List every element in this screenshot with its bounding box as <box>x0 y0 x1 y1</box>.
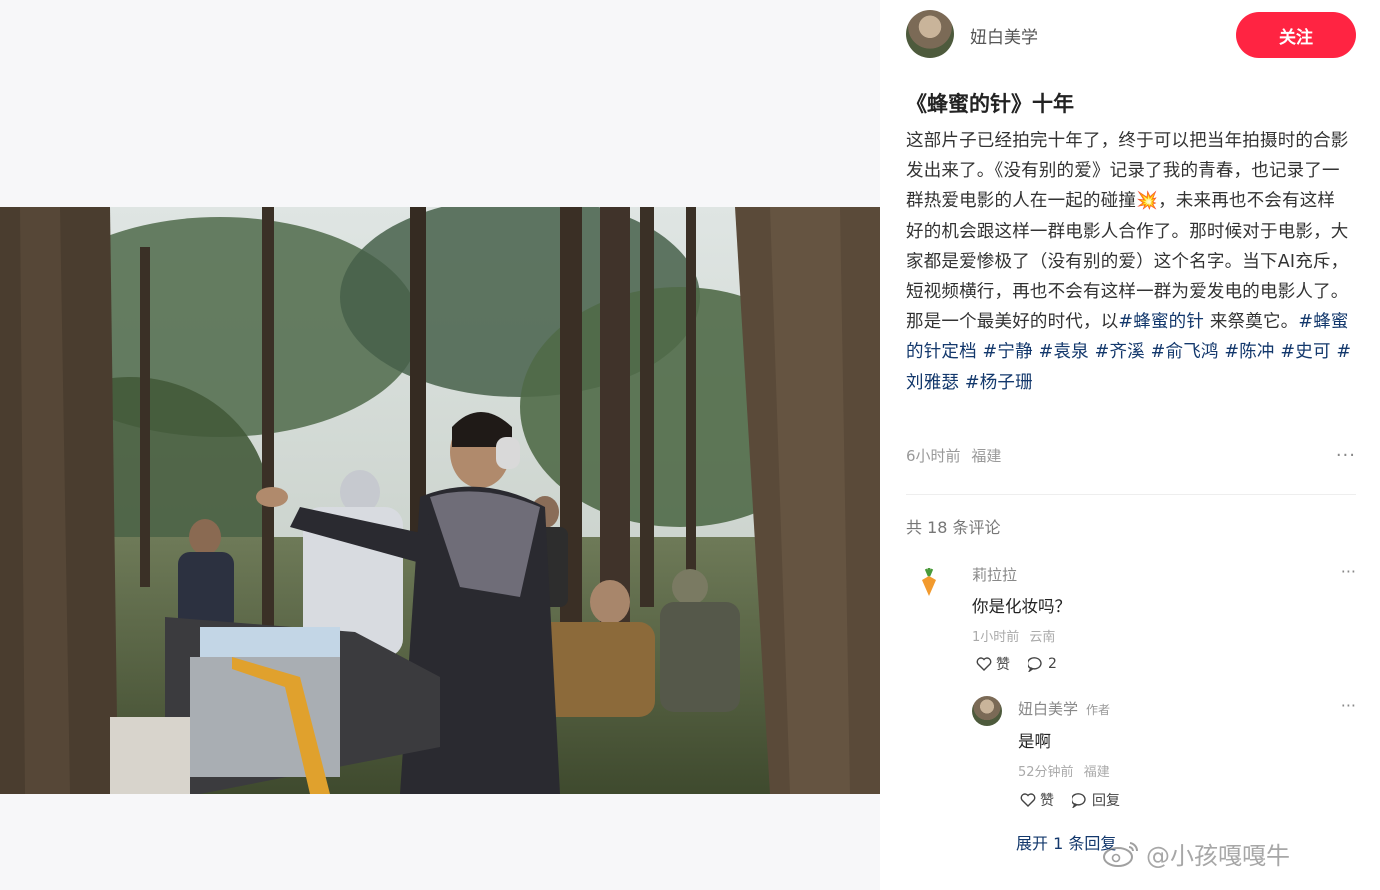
follow-button[interactable]: 关注 <box>1236 12 1356 58</box>
post-photo[interactable] <box>0 207 880 794</box>
heart-icon <box>976 657 992 671</box>
author-avatar[interactable] <box>906 10 954 58</box>
comment-more-icon[interactable]: ··· <box>1341 562 1356 581</box>
reply-avatar[interactable] <box>972 696 1002 726</box>
divider <box>906 494 1356 495</box>
reply-reply-label: 回复 <box>1092 793 1120 809</box>
media-pane <box>0 0 880 890</box>
reply-button[interactable]: 2 <box>1028 656 1057 672</box>
reply-more-icon[interactable]: ··· <box>1341 696 1356 715</box>
more-options-icon[interactable]: ··· <box>1336 445 1356 466</box>
reply-count: 2 <box>1048 656 1057 672</box>
reply-text: 是啊 <box>1018 732 1051 751</box>
weibo-logo <box>1103 841 1139 867</box>
reply-author-name-text: 妞白美学 <box>1018 700 1079 718</box>
watermark: @小孩嘎嘎牛 <box>1102 836 1290 871</box>
author-name[interactable]: 妞白美学 <box>970 23 1038 48</box>
post-location: 福建 <box>971 447 1002 465</box>
like-label: 赞 <box>996 657 1010 673</box>
speech-bubble-icon <box>1028 656 1042 672</box>
post-body: 这部片子已经拍完十年了，终于可以把当年拍摄时的合影发出来了。《没有别的爱》记录了… <box>906 126 1352 398</box>
watermark-text: @小孩嘎嘎牛 <box>1146 842 1290 870</box>
post-body-text-3: 来祭奠它。 <box>1204 312 1299 333</box>
collision-emoji-icon: 💥 <box>1136 191 1159 212</box>
reply-location: 福建 <box>1083 765 1110 780</box>
comment-text: 你是化妆吗？ <box>972 597 1071 616</box>
reply-reply-button[interactable]: 回复 <box>1072 790 1120 810</box>
post-title: 《蜂蜜的针》十年 <box>906 92 1074 116</box>
reply-item: 妞白美学 作者 是啊 52分钟前 福建 赞 回复 ··· <box>970 694 1356 814</box>
post-time: 6小时前 <box>906 447 961 465</box>
author-badge: 作者 <box>1086 703 1111 717</box>
comment-count: 共 18 条评论 <box>906 518 1001 537</box>
author-bar: 妞白美学 关注 <box>906 10 1356 60</box>
comment-actions: 赞 2 <box>976 654 1057 674</box>
comment-item: 莉拉拉 你是化妆吗？ 1小时前 云南 赞 2 ··· <box>906 560 1356 680</box>
reply-meta: 52分钟前 福建 <box>1018 761 1110 780</box>
comment-meta: 1小时前 云南 <box>972 626 1055 645</box>
forest-film-set-photo <box>0 207 880 794</box>
reply-author-name[interactable]: 妞白美学 作者 <box>1018 698 1110 719</box>
heart-icon <box>1020 793 1036 807</box>
reply-like-label: 赞 <box>1040 793 1054 809</box>
reply-time: 52分钟前 <box>1018 765 1074 780</box>
like-button[interactable]: 赞 <box>976 654 1010 674</box>
inline-hashtag[interactable]: #蜂蜜的针 <box>1118 312 1204 332</box>
post-pane: 妞白美学 关注 《蜂蜜的针》十年 这部片子已经拍完十年了，终于可以把当年拍摄时的… <box>880 0 1380 890</box>
speech-bubble-icon <box>1072 792 1086 808</box>
comment-location: 云南 <box>1029 630 1056 645</box>
reply-like-button[interactable]: 赞 <box>1020 790 1054 810</box>
commenter-name[interactable]: 莉拉拉 <box>972 564 1017 585</box>
post-meta: 6小时前 福建 ··· <box>906 445 1356 467</box>
reply-actions: 赞 回复 <box>1020 790 1120 810</box>
carrot-icon[interactable] <box>914 566 944 596</box>
comment-time: 1小时前 <box>972 630 1020 645</box>
